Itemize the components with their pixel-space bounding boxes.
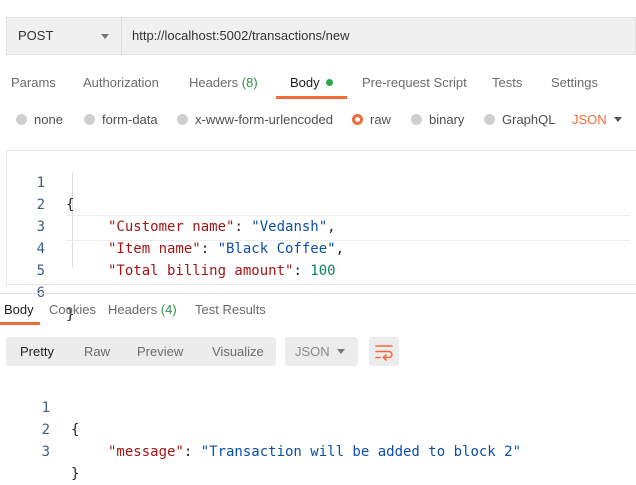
response-tab-cookies[interactable]: Cookies — [49, 302, 96, 317]
radio-icon — [84, 114, 95, 125]
radio-x-www-form-urlencoded[interactable]: x-www-form-urlencoded — [177, 112, 333, 127]
response-line: 3 } — [0, 419, 630, 482]
view-label: Raw — [84, 344, 111, 359]
url-input[interactable]: http://localhost:5002/transactions/new — [121, 17, 636, 55]
code-line: 4 "Total billing amount": 100 — [0, 216, 630, 279]
response-format-select[interactable]: JSON — [285, 337, 358, 366]
tab-label: Cookies — [49, 302, 96, 317]
body-format-select[interactable]: JSON — [572, 112, 607, 127]
radio-selected-icon — [352, 114, 363, 125]
tab-label: Body — [290, 75, 320, 90]
chevron-down-icon — [337, 349, 345, 354]
view-pretty-button[interactable]: Pretty — [20, 344, 54, 359]
view-label: Visualize — [212, 344, 264, 359]
chevron-down-icon[interactable] — [614, 117, 622, 122]
body-format-label: JSON — [572, 112, 607, 127]
tab-headers[interactable]: Headers (8) — [189, 75, 258, 90]
tab-label: Tests — [492, 75, 523, 90]
tab-authorization[interactable]: Authorization — [83, 75, 159, 90]
active-tab-indicator — [276, 96, 347, 99]
response-tab-test-results[interactable]: Test Results — [195, 302, 266, 317]
response-tab-headers[interactable]: Headers (4) — [108, 302, 177, 317]
code-line: 6 } — [0, 260, 630, 323]
active-tab-indicator — [0, 322, 40, 325]
headers-count: (8) — [241, 75, 258, 90]
tab-label: Headers — [189, 75, 239, 90]
tab-label: Settings — [551, 75, 598, 90]
json-key: "message" — [108, 444, 184, 460]
radio-icon — [411, 114, 422, 125]
radio-label: form-data — [102, 112, 158, 127]
radio-binary[interactable]: binary — [411, 112, 464, 127]
view-visualize-button[interactable]: Visualize — [212, 344, 264, 359]
response-tab-body[interactable]: Body — [4, 302, 34, 317]
url-text: http://localhost:5002/transactions/new — [132, 28, 350, 43]
radio-icon — [16, 114, 27, 125]
response-line: 1 { — [0, 375, 630, 438]
tab-params[interactable]: Params — [11, 75, 56, 90]
tab-label: Test Results — [195, 302, 266, 317]
radio-raw[interactable]: raw — [352, 112, 391, 127]
code-line: 2 "Customer name": "Vedansh", — [0, 172, 630, 235]
code-line: 3 "Item name": "Black Coffee", — [0, 194, 630, 257]
method-label: POST — [18, 28, 54, 43]
chevron-down-icon — [101, 34, 109, 39]
radio-label: raw — [370, 112, 391, 127]
tab-label: Body — [4, 302, 34, 317]
tab-body[interactable]: Body — [290, 75, 333, 90]
tab-label: Authorization — [83, 75, 159, 90]
tab-settings[interactable]: Settings — [551, 75, 598, 90]
json-value: "Transaction will be added to block 2" — [200, 444, 522, 460]
radio-icon — [177, 114, 188, 125]
radio-label: x-www-form-urlencoded — [195, 112, 333, 127]
radio-icon — [484, 114, 495, 125]
view-raw-button[interactable]: Raw — [84, 344, 110, 359]
panel-divider[interactable] — [0, 293, 636, 294]
code-line: 1 { — [0, 150, 630, 213]
response-line: 2 "message": "Transaction will be added … — [0, 397, 630, 460]
status-dot-icon — [325, 79, 333, 86]
view-label: Pretty — [20, 344, 54, 359]
tab-label: Pre-request Script — [362, 75, 467, 90]
radio-graphql[interactable]: GraphQL — [484, 112, 555, 127]
radio-label: binary — [429, 112, 465, 127]
headers-count: (4) — [160, 302, 177, 317]
view-label: Preview — [137, 344, 184, 359]
response-format-label: JSON — [295, 344, 330, 359]
tab-label: Params — [11, 75, 56, 90]
radio-label: GraphQL — [502, 112, 556, 127]
code-text: } — [71, 466, 80, 482]
tab-label: Headers — [108, 302, 158, 317]
radio-none[interactable]: none — [16, 112, 63, 127]
view-preview-button[interactable]: Preview — [137, 344, 183, 359]
radio-form-data[interactable]: form-data — [84, 112, 158, 127]
tab-pre-request-script[interactable]: Pre-request Script — [362, 75, 467, 90]
wrap-lines-button[interactable] — [369, 337, 399, 366]
radio-label: none — [34, 112, 63, 127]
tab-tests[interactable]: Tests — [492, 75, 522, 90]
method-select[interactable]: POST — [6, 17, 121, 55]
wrap-lines-icon — [375, 345, 393, 361]
code-line: 5 — [0, 238, 630, 279]
line-number: 3 — [41, 444, 50, 460]
